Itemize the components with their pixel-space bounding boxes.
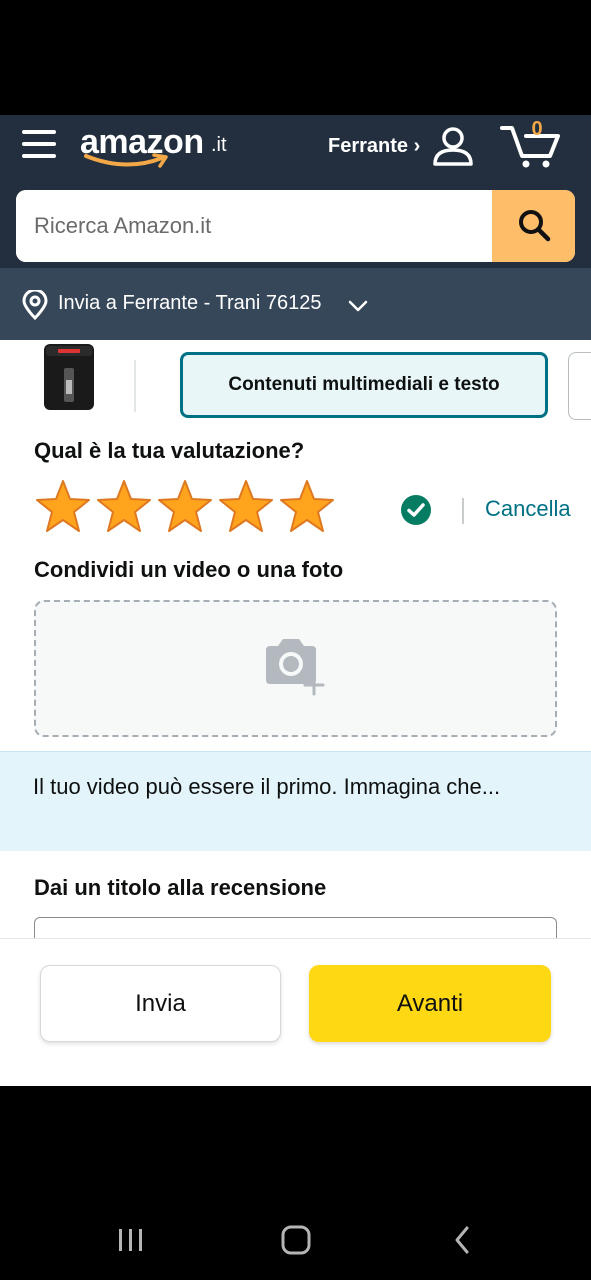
review-title-label: Dai un titolo alla recensione: [34, 875, 327, 900]
submit-button[interactable]: Invia: [40, 965, 281, 1042]
product-thumbnail: [44, 344, 94, 410]
smile-arrow-icon: [84, 153, 168, 168]
star-5-icon[interactable]: [278, 479, 336, 535]
home-icon[interactable]: [280, 1224, 312, 1256]
user-icon[interactable]: [432, 125, 474, 167]
star-1-icon[interactable]: [34, 479, 92, 535]
search-bar: [16, 190, 575, 262]
share-media-label: Condividi un video o una foto: [34, 557, 344, 582]
rating-question: Qual è la tua valutazione?: [34, 438, 305, 463]
search-icon: [518, 209, 550, 241]
location-pin-icon: [22, 290, 48, 320]
search-button[interactable]: [492, 190, 575, 262]
delivery-address[interactable]: Invia a Ferrante - Trani 76125: [58, 292, 321, 315]
star-4-icon[interactable]: [217, 479, 275, 535]
cart-button[interactable]: 0: [500, 118, 564, 170]
tab-next[interactable]: [568, 352, 591, 420]
tab-media-and-text[interactable]: Contenuti multimediali e testo: [180, 352, 548, 418]
back-icon[interactable]: [452, 1224, 472, 1256]
logo-tld: .it: [211, 134, 227, 156]
star-2-icon[interactable]: [95, 479, 153, 535]
cart-count: 0: [531, 118, 543, 140]
account-link[interactable]: Ferrante ›: [328, 135, 420, 158]
recent-apps-icon[interactable]: [116, 1226, 146, 1254]
search-input[interactable]: [16, 190, 492, 262]
chevron-down-icon: [348, 300, 368, 312]
divider: [134, 360, 136, 412]
camera-plus-icon: [266, 639, 325, 696]
divider: [462, 498, 464, 524]
check-circle-icon: [401, 495, 431, 525]
star-3-icon[interactable]: [156, 479, 214, 535]
cancel-rating-link[interactable]: Cancella: [485, 496, 571, 522]
info-banner-text: Il tuo video può essere il primo. Immagi…: [33, 774, 501, 799]
next-button[interactable]: Avanti: [309, 965, 551, 1042]
menu-icon[interactable]: [22, 128, 58, 160]
